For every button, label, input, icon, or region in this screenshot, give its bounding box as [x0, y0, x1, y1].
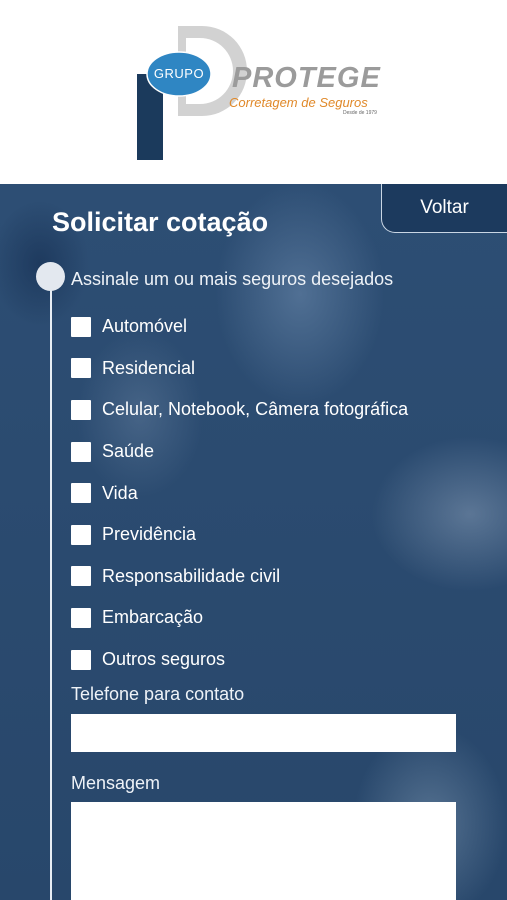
logo-grupo-text: GRUPO — [153, 66, 205, 81]
checkbox[interactable] — [71, 316, 91, 337]
option-embarcacao[interactable]: Embarcação — [71, 597, 491, 639]
option-label: Automóvel — [102, 316, 188, 337]
checkbox[interactable] — [71, 483, 91, 504]
option-label: Embarcação — [102, 607, 204, 628]
option-automovel[interactable]: Automóvel — [71, 306, 491, 348]
back-button[interactable]: Voltar — [381, 184, 507, 233]
phone-input[interactable] — [71, 714, 456, 752]
logo-tagline: Desde de 1979 — [343, 110, 377, 116]
option-responsabilidade-civil[interactable]: Responsabilidade civil — [71, 556, 491, 598]
option-label: Residencial — [102, 357, 196, 378]
checkbox[interactable] — [71, 566, 91, 587]
option-label: Saúde — [102, 441, 155, 462]
option-label: Previdência — [102, 524, 197, 545]
option-vida[interactable]: Vida — [71, 472, 491, 514]
option-label: Outros seguros — [102, 649, 226, 670]
timeline-dot-icon — [36, 262, 65, 291]
page-title: Solicitar cotação — [52, 207, 269, 237]
checkbox[interactable] — [71, 649, 91, 670]
timeline-line — [50, 280, 52, 900]
option-residencial[interactable]: Residencial — [71, 348, 491, 390]
option-label: Vida — [102, 482, 138, 503]
header: GRUPO PROTEGE Corretagem de Seguros Desd… — [0, 0, 507, 184]
logo-name: PROTEGE — [232, 62, 381, 94]
checkbox[interactable] — [71, 399, 91, 420]
checkbox[interactable] — [71, 358, 91, 379]
checkbox[interactable] — [71, 524, 91, 545]
option-label: Celular, Notebook, Câmera fotográfica — [102, 399, 409, 420]
option-previdencia[interactable]: Previdência — [71, 514, 491, 556]
instruction-label: Assinale um ou mais seguros desejados — [71, 269, 394, 289]
message-textarea[interactable] — [71, 802, 456, 900]
message-label: Mensagem — [71, 773, 161, 793]
option-celular-notebook-camera[interactable]: Celular, Notebook, Câmera fotográfica — [71, 389, 491, 431]
quote-form-section: Solicitar cotação Voltar Assinale um ou … — [0, 184, 507, 900]
option-label: Responsabilidade civil — [102, 565, 281, 586]
checkbox[interactable] — [71, 607, 91, 628]
option-saude[interactable]: Saúde — [71, 431, 491, 473]
logo-subtitle: Corretagem de Seguros — [229, 95, 368, 110]
checkbox[interactable] — [71, 441, 91, 462]
phone-label: Telefone para contato — [71, 684, 245, 704]
insurance-options-list: Automóvel Residencial Celular, Notebook,… — [71, 306, 491, 680]
option-outros-seguros[interactable]: Outros seguros — [71, 639, 491, 681]
